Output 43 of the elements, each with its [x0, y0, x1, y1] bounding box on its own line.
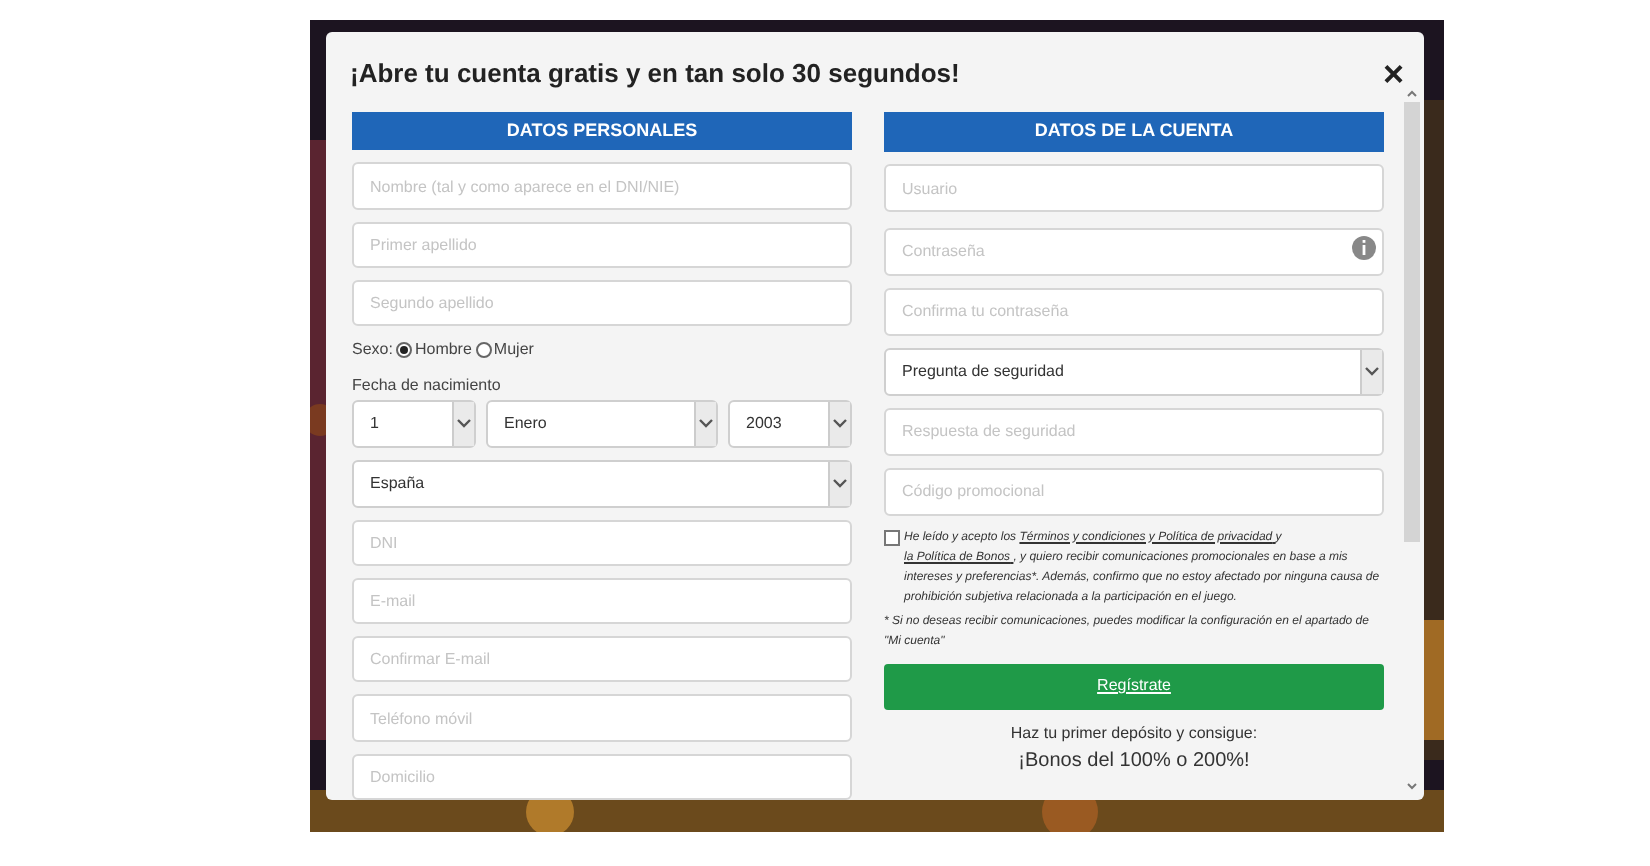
text-field[interactable]: Nombre (tal y como aparece en el DNI/NIE) — [352, 162, 852, 210]
chevron-down-icon — [698, 418, 714, 431]
select-field[interactable]: 1 — [352, 400, 476, 449]
promo-text: Haz tu primer depósito y consigue: — [1010, 721, 1258, 745]
register-button[interactable]: Regístrate — [884, 663, 1384, 709]
select-field[interactable]: Pregunta de seguridad — [884, 347, 1384, 395]
select-field[interactable]: España — [352, 460, 852, 508]
text-field[interactable]: E-mail — [352, 577, 852, 625]
text-field[interactable]: Código promocional — [884, 467, 1384, 515]
select-value: 1 — [370, 412, 381, 437]
chevron-down-icon — [456, 418, 472, 431]
text-field[interactable]: Usuario — [884, 164, 1384, 212]
promo-headline: ¡Bonos del 100% o 200%! — [1018, 747, 1250, 775]
field-label: Fecha de nacimiento — [352, 374, 503, 399]
text-field[interactable]: DNI — [352, 519, 852, 566]
scroll-down-icon[interactable] — [1405, 782, 1417, 792]
select-field[interactable]: Enero — [486, 400, 718, 449]
text-field[interactable]: Primer apellido — [352, 221, 852, 268]
section-header: DATOS DE LA CUENTA — [884, 112, 1384, 152]
radio-option[interactable]: Hombre — [396, 338, 472, 363]
select-field[interactable]: 2003 — [728, 400, 852, 449]
password-field[interactable]: Contraseña — [884, 227, 1384, 275]
text-field[interactable]: Domicilio — [352, 753, 852, 800]
select-value: Enero — [504, 412, 549, 437]
text-field[interactable]: Confirma tu contraseña — [884, 287, 1384, 335]
text-field[interactable]: Respuesta de seguridad — [884, 407, 1384, 455]
text-field[interactable]: Segundo apellido — [352, 279, 852, 327]
radio-option[interactable]: Mujer — [475, 338, 534, 363]
checkbox[interactable] — [884, 529, 900, 545]
close-button[interactable]: × — [1382, 56, 1404, 92]
chevron-down-icon — [1364, 365, 1380, 377]
text-field[interactable]: Confirmar E-mail — [352, 636, 852, 683]
select-value: España — [370, 471, 427, 496]
chevron-down-icon — [832, 418, 848, 431]
scroll-up-icon[interactable] — [1405, 88, 1417, 98]
radio-label: Sexo: — [352, 338, 393, 363]
scrollbar-thumb[interactable] — [1403, 102, 1419, 542]
chevron-down-icon — [832, 477, 848, 490]
modal-title: ¡Abre tu cuenta gratis y en tan solo 30 segundos! — [350, 56, 960, 93]
section-header: DATOS PERSONALES — [352, 112, 852, 151]
select-value: Pregunta de seguridad — [902, 359, 1066, 383]
select-value: 2003 — [746, 412, 784, 437]
text-field[interactable]: Teléfono móvil — [352, 694, 852, 742]
